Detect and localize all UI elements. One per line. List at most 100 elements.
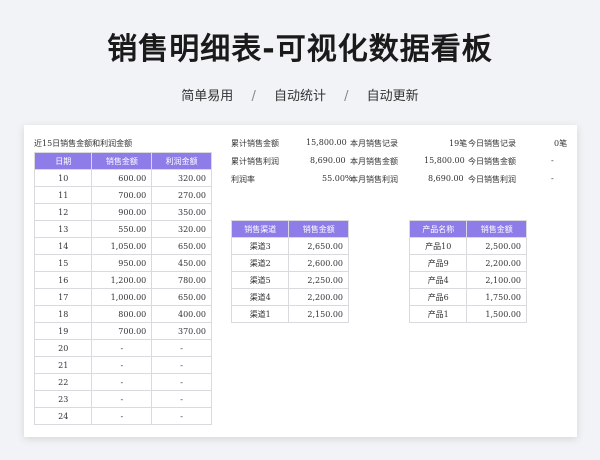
table-cell[interactable]: 2,200.00 xyxy=(288,288,349,306)
table-row: 23- - xyxy=(33,390,212,408)
table-row: 12 900.00 350.00 xyxy=(33,203,212,221)
table-cell[interactable]: 12 xyxy=(33,203,93,221)
table-cell[interactable]: 1,000.00 xyxy=(91,288,153,306)
table-cell[interactable]: 320.00 xyxy=(151,169,212,187)
table-cell[interactable]: 2,500.00 xyxy=(466,237,527,255)
table-cell[interactable]: 900.00 xyxy=(91,203,153,221)
table-cell[interactable]: - xyxy=(151,339,212,357)
table-cell[interactable]: 780.00 xyxy=(151,271,212,289)
table-cell[interactable]: 产品1 xyxy=(408,305,468,323)
table-cell[interactable]: 渠道5 xyxy=(230,271,290,289)
stat-label: 累计销售利润 xyxy=(231,157,279,166)
table-cell[interactable]: 700.00 xyxy=(91,186,153,204)
table-cell[interactable]: 22 xyxy=(33,373,93,391)
table-cell[interactable]: 2,250.00 xyxy=(288,271,349,289)
table-cell[interactable]: 550.00 xyxy=(91,220,153,238)
table-cell[interactable]: 400.00 xyxy=(151,305,212,323)
page-title: 销售明细表-可视化数据看板 xyxy=(107,32,493,67)
table-cell[interactable]: 950.00 xyxy=(91,254,153,272)
section-label: 近15日销售金额和利润金额 xyxy=(34,139,133,148)
table-cell[interactable]: 650.00 xyxy=(151,237,212,255)
table-cell[interactable]: 700.00 xyxy=(91,322,153,340)
channel-sales-table: 销售渠道 销售金额 渠道3 2,650.00 渠道2 2,600.00 渠道5 2,250… xyxy=(230,220,349,323)
table-row: 渠道3 2,650.00 xyxy=(230,237,349,255)
table-cell[interactable]: 370.00 xyxy=(151,322,212,340)
table-row: 10 600.00 320.00 xyxy=(33,169,212,187)
table-cell[interactable]: 2,600.00 xyxy=(288,254,349,272)
tagline-item: 自动统计 xyxy=(273,89,326,104)
table-cell[interactable]: 23 xyxy=(33,390,93,408)
table-cell[interactable]: 产品4 xyxy=(408,271,468,289)
table-cell[interactable]: 2,100.00 xyxy=(466,271,527,289)
table-cell[interactable]: 1,750.00 xyxy=(466,288,527,306)
table-cell[interactable]: 350.00 xyxy=(151,203,212,221)
stat-value: 19笔 xyxy=(449,139,468,148)
table-cell[interactable]: - xyxy=(91,339,153,357)
table-row: 渠道1 2,150.00 xyxy=(230,305,349,323)
spreadsheet-panel: 近15日销售金额和利润金额 日期 销售金额 利润金额 10 600.00 320.0… xyxy=(24,125,577,437)
stat-value: 15,800.00 xyxy=(306,138,347,147)
table-cell[interactable]: 2,200.00 xyxy=(466,254,527,272)
column-header: 销售金额 xyxy=(288,220,349,238)
table-cell[interactable]: - xyxy=(91,390,153,408)
table-cell[interactable]: 14 xyxy=(33,237,93,255)
table-row: 渠道5 2,250.00 xyxy=(230,271,349,289)
table-header-row: 日期 销售金额 利润金额 xyxy=(33,152,212,170)
stat-value: 0笔 xyxy=(554,139,568,148)
table-cell[interactable]: 16 xyxy=(33,271,93,289)
column-header: 销售金额 xyxy=(91,152,153,170)
table-cell[interactable]: 13 xyxy=(33,220,93,238)
table-cell[interactable]: 11 xyxy=(33,186,93,204)
table-cell[interactable]: 1,500.00 xyxy=(466,305,527,323)
table-cell[interactable]: 320.00 xyxy=(151,220,212,238)
table-cell[interactable]: 650.00 xyxy=(151,288,212,306)
table-cell[interactable]: - xyxy=(151,373,212,391)
tagline-item: 自动更新 xyxy=(366,89,419,104)
tagline: 简单易用 / 自动统计 / 自动更新 xyxy=(0,85,600,104)
product-sales-table: 产品名称 销售金额 产品10 2,500.00 产品9 2,200.00 产品4 2,10… xyxy=(408,220,527,323)
table-cell[interactable]: 产品10 xyxy=(408,237,468,255)
table-cell[interactable]: 1,050.00 xyxy=(91,237,153,255)
table-cell[interactable]: 2,150.00 xyxy=(288,305,349,323)
stat-value: 8,690.00 xyxy=(310,156,346,165)
table-row: 产品6 1,750.00 xyxy=(408,288,527,306)
table-cell[interactable]: 渠道4 xyxy=(230,288,290,306)
table-row: 22- - xyxy=(33,373,212,391)
table-cell[interactable]: 600.00 xyxy=(91,169,153,187)
stat-label: 本月销售记录 xyxy=(350,139,398,148)
tagline-separator: / xyxy=(251,89,256,104)
table-cell[interactable]: - xyxy=(151,390,212,408)
table-cell[interactable]: 270.00 xyxy=(151,186,212,204)
table-cell[interactable]: - xyxy=(151,407,212,425)
stat-value: 15,800.00 xyxy=(424,156,465,165)
table-cell[interactable]: 产品9 xyxy=(408,254,468,272)
table-cell[interactable]: 20 xyxy=(33,339,93,357)
table-cell[interactable]: 2,650.00 xyxy=(288,237,349,255)
table-cell[interactable]: 10 xyxy=(33,169,93,187)
table-cell[interactable]: 渠道3 xyxy=(230,237,290,255)
table-cell[interactable]: 15 xyxy=(33,254,93,272)
table-row: 渠道4 2,200.00 xyxy=(230,288,349,306)
table-cell[interactable]: - xyxy=(151,356,212,374)
table-cell[interactable]: 450.00 xyxy=(151,254,212,272)
table-cell[interactable]: 24 xyxy=(33,407,93,425)
stat-label: 今日销售金额 xyxy=(468,157,516,166)
table-cell[interactable]: 18 xyxy=(33,305,93,323)
stat-value: - xyxy=(551,156,554,165)
column-header: 销售金额 xyxy=(466,220,527,238)
table-cell[interactable]: 21 xyxy=(33,356,93,374)
table-cell[interactable]: - xyxy=(91,407,153,425)
stat-value: 8,690.00 xyxy=(428,174,464,183)
table-cell[interactable]: - xyxy=(91,373,153,391)
table-cell[interactable]: 渠道1 xyxy=(230,305,290,323)
table-row: 产品9 2,200.00 xyxy=(408,254,527,272)
table-cell[interactable]: 1,200.00 xyxy=(91,271,153,289)
stat-value: 55.00% xyxy=(322,174,353,183)
table-cell[interactable]: 19 xyxy=(33,322,93,340)
table-cell[interactable]: - xyxy=(91,356,153,374)
table-cell[interactable]: 产品6 xyxy=(408,288,468,306)
table-cell[interactable]: 渠道2 xyxy=(230,254,290,272)
stat-value: - xyxy=(551,174,554,183)
table-cell[interactable]: 800.00 xyxy=(91,305,153,323)
table-cell[interactable]: 17 xyxy=(33,288,93,306)
